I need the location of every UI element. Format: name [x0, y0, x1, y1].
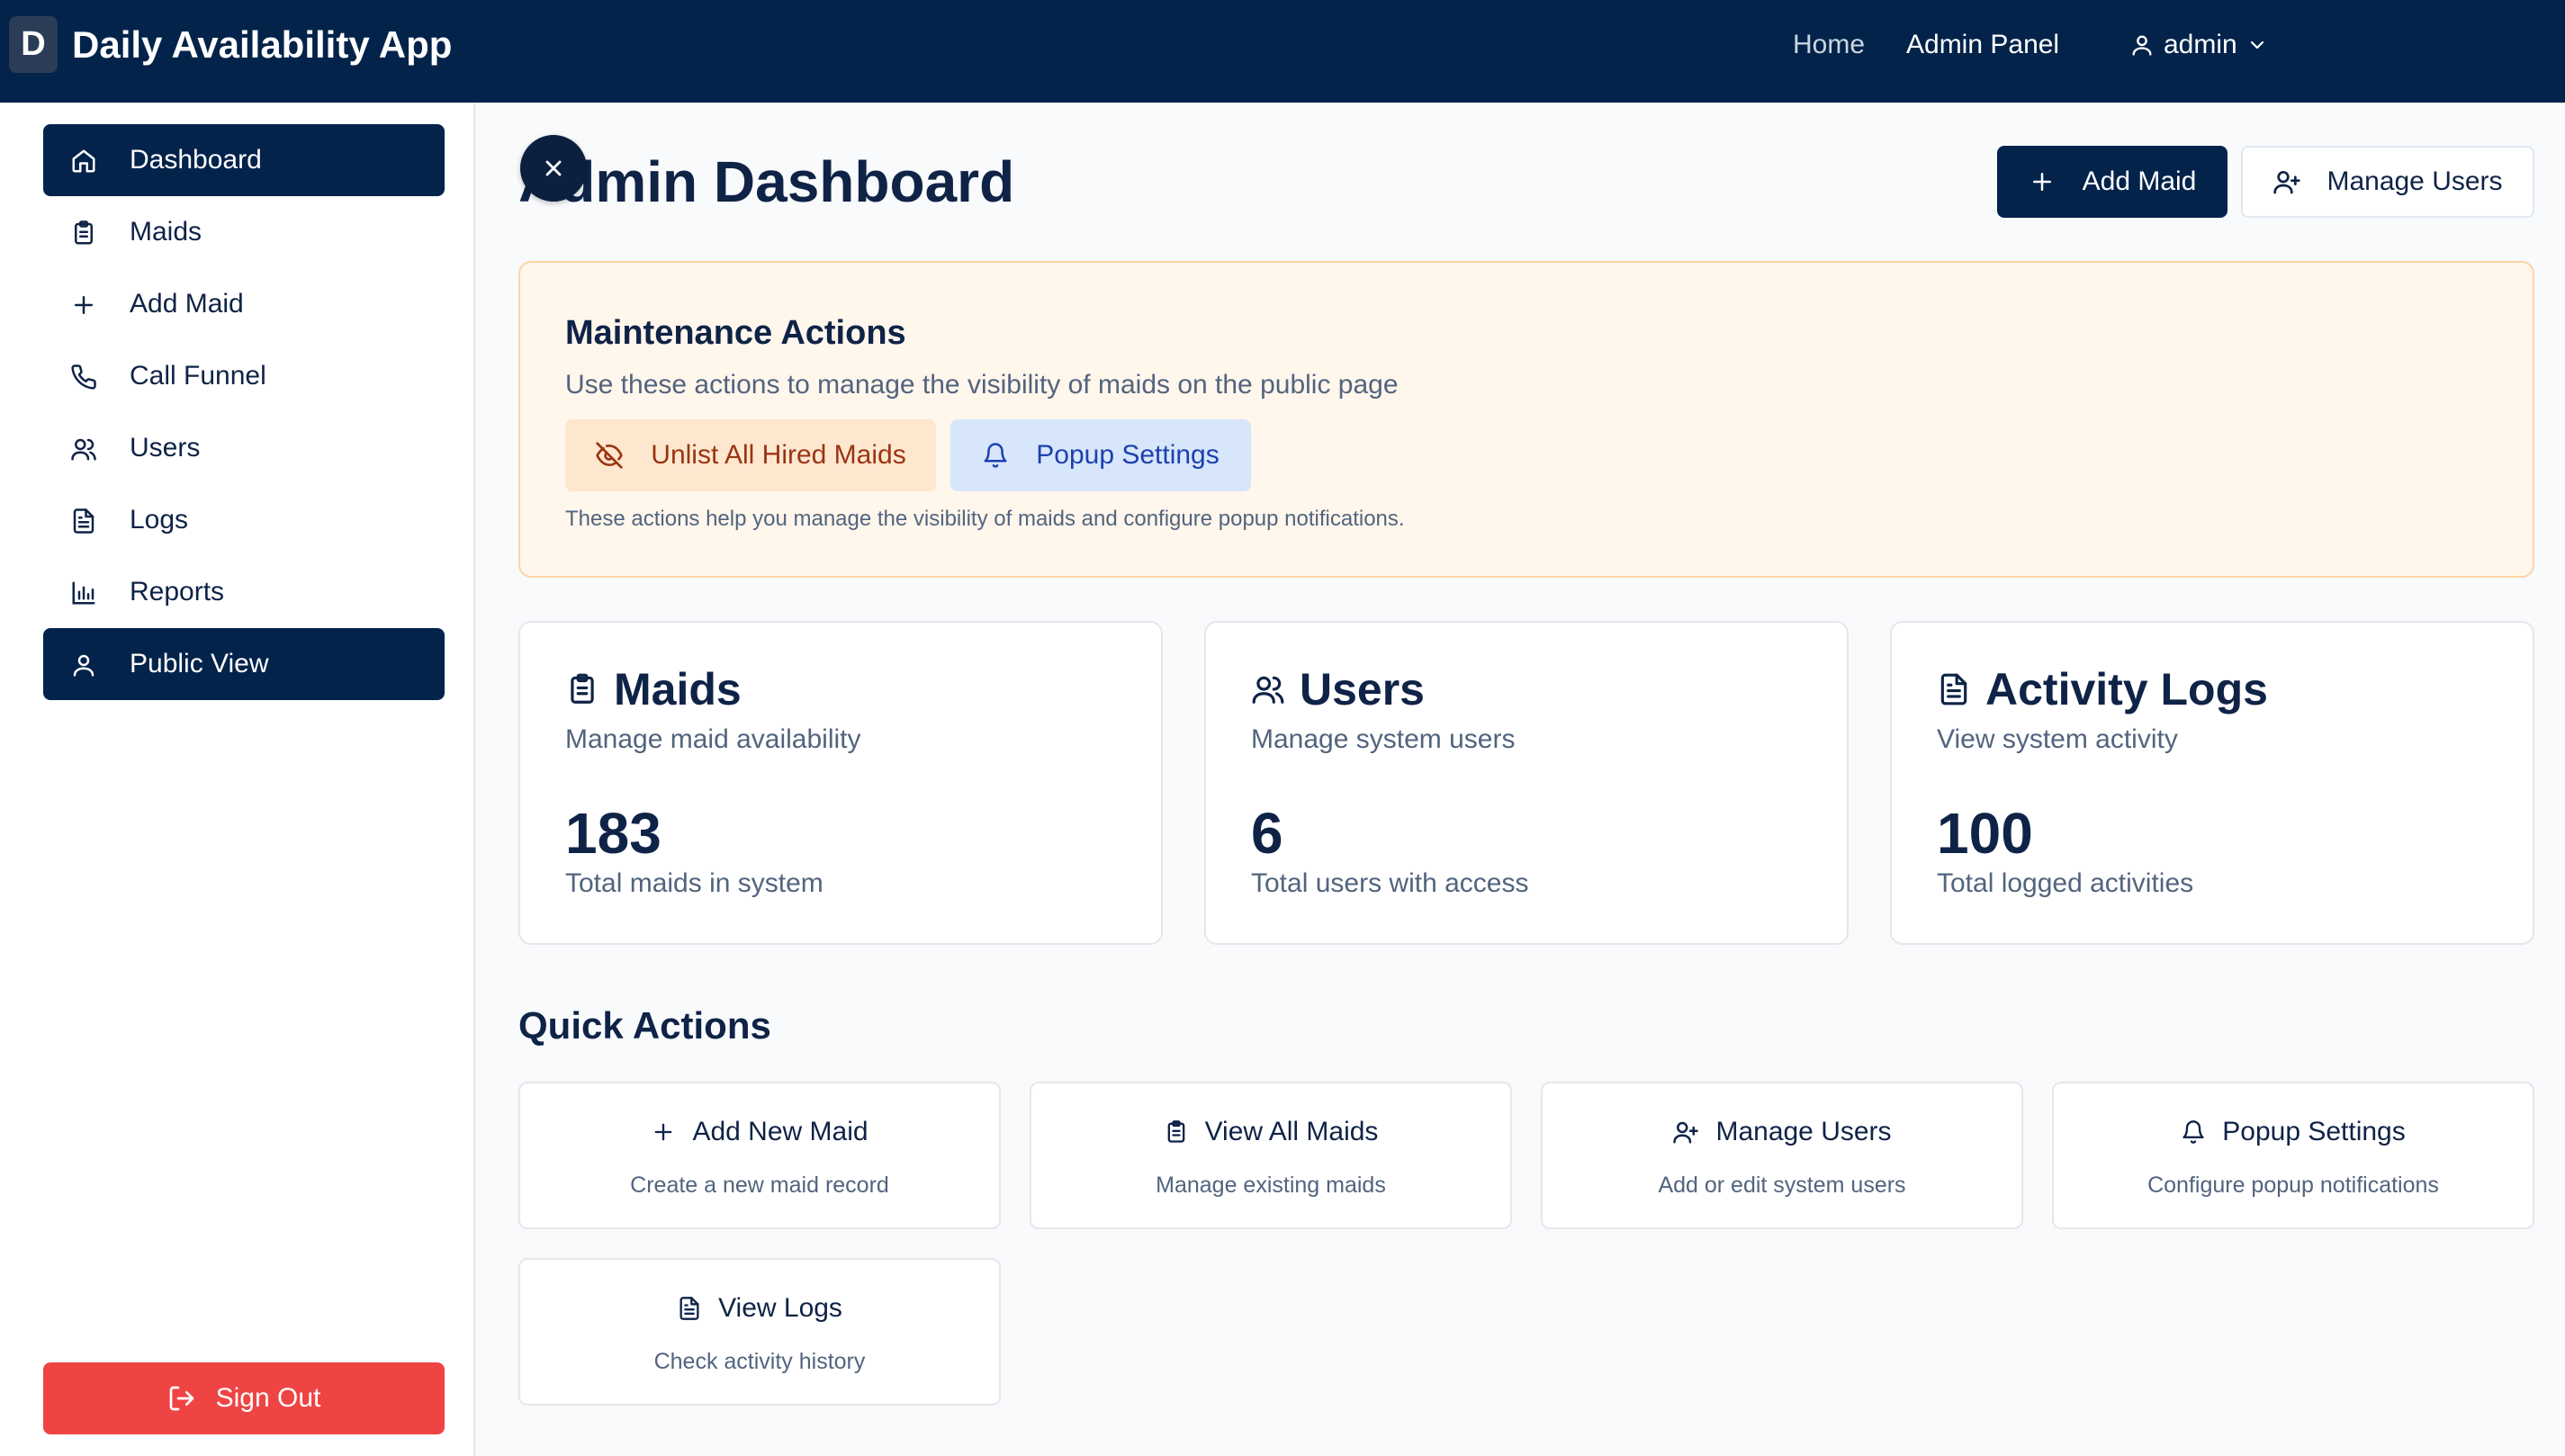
plus-icon — [651, 1119, 676, 1145]
add-maid-label: Add Maid — [2082, 166, 2197, 196]
quick-action-view-all-maids[interactable]: View All Maids Manage existing maids — [1030, 1082, 1512, 1229]
quick-action-add-new-maid[interactable]: Add New Maid Create a new maid record — [518, 1082, 1001, 1229]
stat-card-title: Activity Logs — [1985, 664, 2268, 715]
stat-card-header: Maids — [565, 662, 742, 716]
stat-card-title: Users — [1300, 664, 1425, 715]
sidebar-item-label: Add Maid — [130, 289, 244, 319]
page-title: Admin Dashboard — [518, 149, 1015, 214]
bar-chart-icon — [70, 580, 97, 607]
sidebar-item-public-view[interactable]: Public View — [43, 628, 445, 700]
manage-users-label: Manage Users — [2326, 166, 2503, 196]
stat-card-maids[interactable]: Maids Manage maid availability 183 Total… — [518, 621, 1163, 945]
user-plus-icon — [2272, 167, 2301, 196]
sidebar-item-users[interactable]: Users — [43, 412, 445, 484]
clipboard-icon — [1164, 1119, 1189, 1145]
sidebar-item-call-funnel[interactable]: Call Funnel — [43, 340, 445, 412]
users-icon — [1251, 672, 1285, 706]
nav-home-link[interactable]: Home — [1793, 27, 1865, 63]
quick-action-label: View Logs — [718, 1293, 842, 1323]
stat-card-title: Maids — [614, 664, 742, 715]
sidebar: Dashboard Maids Add Maid Call Funnel Use… — [0, 103, 475, 1456]
users-icon — [70, 436, 97, 463]
unlist-hired-maids-button[interactable]: Unlist All Hired Maids — [565, 419, 936, 491]
popup-settings-button[interactable]: Popup Settings — [950, 419, 1251, 491]
quick-action-description: Add or edit system users — [1658, 1173, 1906, 1198]
sidebar-item-label: Reports — [130, 577, 225, 607]
log-out-icon — [167, 1384, 196, 1413]
quick-action-popup-settings[interactable]: Popup Settings Configure popup notificat… — [2052, 1082, 2534, 1229]
manage-users-button[interactable]: Manage Users — [2241, 146, 2534, 218]
app-title[interactable]: Daily Availability App — [72, 22, 452, 68]
stat-card-description: Total users with access — [1251, 868, 1529, 898]
stat-card-header: Users — [1251, 662, 1425, 716]
sidebar-item-reports[interactable]: Reports — [43, 556, 445, 628]
user-plus-icon — [1672, 1119, 1699, 1146]
stat-card-subtitle: Manage maid availability — [565, 724, 861, 754]
maintenance-note: These actions help you manage the visibi… — [565, 507, 1405, 531]
eye-off-icon — [595, 441, 624, 470]
stat-card-activity-logs[interactable]: Activity Logs View system activity 100 T… — [1890, 621, 2534, 945]
unlist-label: Unlist All Hired Maids — [651, 440, 906, 470]
add-maid-button[interactable]: Add Maid — [1997, 146, 2228, 218]
sidebar-item-label: Logs — [130, 505, 189, 535]
sign-out-label: Sign Out — [215, 1383, 321, 1413]
nav-admin-panel-link[interactable]: Admin Panel — [1906, 27, 2059, 63]
bell-icon — [2181, 1119, 2206, 1145]
file-text-icon — [1937, 672, 1971, 706]
file-text-icon — [70, 508, 97, 535]
sidebar-item-add-maid[interactable]: Add Maid — [43, 268, 445, 340]
quick-action-description: Manage existing maids — [1156, 1173, 1386, 1198]
maintenance-subtitle: Use these actions to manage the visibili… — [565, 370, 1399, 400]
maintenance-card: Maintenance Actions Use these actions to… — [518, 261, 2534, 578]
sidebar-item-label: Public View — [130, 649, 269, 679]
stat-card-header: Activity Logs — [1937, 662, 2268, 716]
maintenance-title: Maintenance Actions — [565, 314, 906, 352]
sidebar-item-dashboard[interactable]: Dashboard — [43, 124, 445, 196]
app-logo[interactable]: D — [9, 16, 58, 73]
stat-card-description: Total maids in system — [565, 868, 824, 898]
sidebar-item-label: Call Funnel — [130, 361, 266, 391]
quick-action-label: Popup Settings — [2222, 1117, 2406, 1146]
top-navbar: D Daily Availability App Home Admin Pane… — [0, 0, 2565, 103]
bell-icon — [982, 442, 1009, 469]
sidebar-item-label: Maids — [130, 217, 202, 247]
sign-out-button[interactable]: Sign Out — [43, 1362, 445, 1434]
sidebar-item-maids[interactable]: Maids — [43, 196, 445, 268]
plus-icon — [2029, 168, 2056, 195]
stat-card-value: 183 — [565, 801, 662, 866]
user-icon — [70, 652, 97, 679]
stat-card-subtitle: View system activity — [1937, 724, 2178, 754]
chevron-down-icon — [2246, 34, 2268, 56]
stat-card-users[interactable]: Users Manage system users 6 Total users … — [1204, 621, 1849, 945]
quick-actions-title: Quick Actions — [518, 1004, 771, 1047]
file-text-icon — [677, 1296, 702, 1321]
quick-action-manage-users[interactable]: Manage Users Add or edit system users — [1541, 1082, 2023, 1229]
popup-settings-label: Popup Settings — [1036, 440, 1220, 470]
user-menu[interactable]: admin — [2129, 27, 2268, 63]
quick-action-description: Configure popup notifications — [2147, 1173, 2439, 1198]
home-icon — [70, 148, 97, 175]
phone-icon — [70, 364, 97, 391]
sidebar-item-label: Users — [130, 433, 201, 463]
quick-action-label: View All Maids — [1204, 1117, 1379, 1146]
plus-icon — [70, 292, 97, 319]
stat-card-description: Total logged activities — [1937, 868, 2194, 898]
clipboard-icon — [565, 672, 599, 706]
stat-card-subtitle: Manage system users — [1251, 724, 1516, 754]
user-icon — [2129, 32, 2155, 58]
quick-action-label: Manage Users — [1715, 1117, 1892, 1146]
quick-action-description: Check activity history — [653, 1349, 866, 1374]
stat-card-value: 100 — [1937, 801, 2033, 866]
close-sidebar-button[interactable] — [520, 135, 587, 202]
user-name: admin — [2164, 30, 2237, 59]
sidebar-item-label: Dashboard — [130, 145, 262, 175]
sidebar-item-logs[interactable]: Logs — [43, 484, 445, 556]
quick-action-view-logs[interactable]: View Logs Check activity history — [518, 1258, 1001, 1406]
quick-action-description: Create a new maid record — [630, 1173, 889, 1198]
close-icon — [541, 156, 566, 181]
clipboard-icon — [70, 220, 97, 247]
quick-action-label: Add New Maid — [692, 1117, 868, 1146]
stat-card-value: 6 — [1251, 801, 1283, 866]
